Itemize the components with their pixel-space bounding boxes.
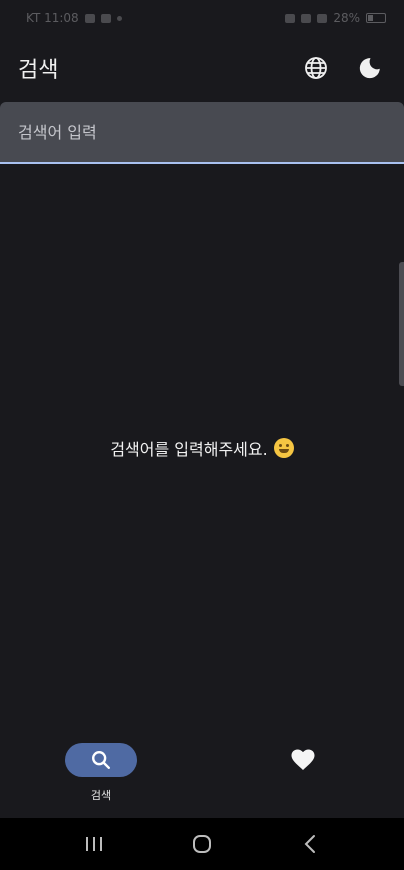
notification-icon [100,13,111,23]
screen: KT 11:08 28% 검색 검색어 입력 검색어를 입력해주세요. 검색 [0,0,404,870]
heart-icon [291,749,315,770]
moon-icon [359,58,380,79]
bottom-navigation: 검색 [0,730,404,818]
alarm-icon [285,13,296,23]
status-time: KT 11:08 [26,11,79,25]
empty-state-message: 검색어를 입력해주세요. [110,440,268,459]
page-title: 검색 [18,58,59,83]
recent-apps-button[interactable] [74,824,114,864]
nav-active-indicator [65,743,137,777]
battery-icon [366,13,386,23]
app-bar: 검색 [0,36,404,100]
scrollbar-thumb[interactable] [399,262,404,386]
nav-item-favorites[interactable] [202,730,404,818]
home-button[interactable] [182,824,222,864]
empty-state: 검색어를 입력해주세요. [0,436,404,460]
smiling-face-icon [273,438,294,458]
globe-icon [305,57,327,79]
search-input[interactable] [18,122,378,142]
search-icon [92,751,110,769]
wifi-icon [301,13,312,23]
notification-icon [84,13,95,23]
search-field[interactable] [0,102,404,164]
language-button[interactable] [298,50,334,86]
signal-icon [317,13,328,23]
back-button[interactable] [290,824,330,864]
nav-item-label: 검색 [90,789,112,802]
app-bar-actions [298,50,388,86]
more-notifications-icon [116,15,122,21]
system-navigation-bar [0,818,404,870]
status-bar-right: 28% [285,11,386,25]
home-icon [193,835,211,853]
recent-apps-icon [86,837,102,851]
status-bar: KT 11:08 28% [0,0,404,36]
status-bar-left: KT 11:08 [26,11,122,25]
dark-mode-button[interactable] [352,50,388,86]
nav-item-search[interactable]: 검색 [0,730,202,818]
battery-percent: 28% [333,11,360,25]
back-icon [304,835,315,853]
nav-icon-wrapper [267,743,339,777]
